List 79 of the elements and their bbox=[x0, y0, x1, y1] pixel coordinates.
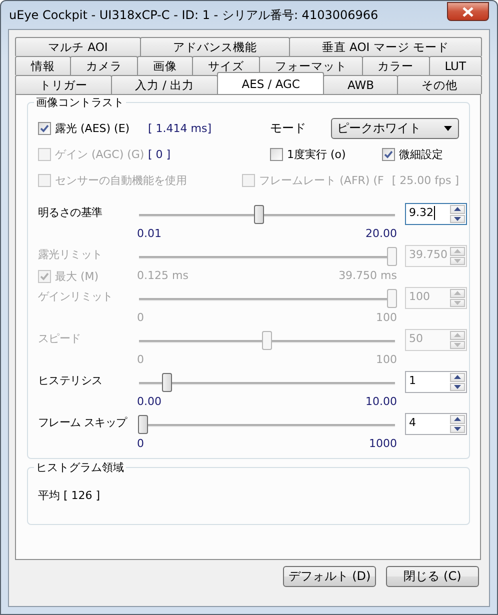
slider-label: 露光リミット bbox=[38, 247, 104, 263]
close-icon bbox=[462, 6, 474, 16]
tab[interactable]: その他 bbox=[397, 75, 482, 94]
tab[interactable]: 入力 / 出力 bbox=[110, 75, 218, 94]
checkbox[interactable] bbox=[38, 122, 51, 135]
checkbox-label: 露光 (AES) (E) bbox=[55, 121, 130, 136]
spin-down-button[interactable] bbox=[450, 424, 465, 433]
slider-label: ヒステリシス bbox=[38, 373, 104, 389]
checkbox-label: 最大 (M) bbox=[55, 269, 99, 284]
slider-min-label: 0 bbox=[137, 437, 144, 450]
dialog-button[interactable]: デフォルト (D) bbox=[283, 566, 376, 587]
window-title: uEye Cockpit - UI318xCP-C - ID: 1 - シリアル番号: 4103006966 bbox=[9, 6, 378, 24]
slider-label: 明るさの基準 bbox=[38, 205, 104, 221]
checkbox-label: 1度実行 (o) bbox=[287, 147, 346, 162]
down-arrow-icon bbox=[454, 258, 461, 263]
slider-label: スピード bbox=[38, 331, 82, 347]
up-arrow-icon bbox=[454, 417, 461, 422]
spin-box[interactable]: 9.32 bbox=[405, 203, 467, 225]
checkbox-label: フレームレート (AFR) (F bbox=[259, 173, 384, 188]
tab[interactable]: アドバンス機能 bbox=[140, 37, 290, 56]
slider-min-label: 0.01 bbox=[137, 227, 162, 240]
spin-up-button[interactable] bbox=[450, 415, 465, 424]
spin-box[interactable]: 4 bbox=[405, 413, 467, 435]
checkbox-label: センサーの自動機能を使用 bbox=[55, 173, 187, 188]
checkbox-label: ゲイン (AGC) (G) bbox=[55, 147, 144, 162]
tab[interactable]: カメラ bbox=[70, 56, 138, 75]
tab[interactable]: トリガー bbox=[15, 75, 112, 94]
up-arrow-icon bbox=[454, 291, 461, 296]
close-button[interactable] bbox=[447, 2, 489, 21]
tab[interactable]: LUT bbox=[428, 56, 482, 75]
gain-reading: [ 0 ] bbox=[148, 148, 172, 161]
down-arrow-icon bbox=[454, 300, 461, 305]
frame-rate-reading: [ 25.00 fps ] bbox=[392, 174, 459, 187]
checkbox[interactable] bbox=[382, 148, 395, 161]
slider-label: ゲインリミット bbox=[38, 289, 114, 305]
slider-max-label: 1000 bbox=[369, 437, 397, 450]
mode-label: モード bbox=[270, 120, 307, 137]
down-arrow-icon bbox=[454, 384, 461, 389]
slider-min-label: 0 bbox=[137, 353, 144, 366]
mode-dropdown[interactable]: ピークホワイト bbox=[331, 118, 459, 139]
down-arrow-icon bbox=[454, 426, 461, 431]
slider-min-label: 0 bbox=[137, 311, 144, 324]
spin-up-button[interactable] bbox=[450, 373, 465, 382]
tab[interactable]: 情報 bbox=[15, 56, 71, 75]
slider-max-label: 39.750 ms bbox=[338, 269, 397, 282]
tab[interactable]: 画像 bbox=[136, 56, 193, 75]
spin-down-button[interactable] bbox=[450, 214, 465, 223]
exposure-reading: [ 1.414 ms] bbox=[148, 122, 213, 135]
slider-thumb[interactable] bbox=[138, 415, 148, 434]
up-arrow-icon bbox=[454, 375, 461, 380]
group-title: ヒストグラム領域 bbox=[34, 460, 126, 475]
mean-reading: 平均 [ 126 ] bbox=[38, 489, 100, 502]
tab[interactable]: AWB bbox=[323, 75, 398, 94]
down-arrow-icon bbox=[454, 216, 461, 221]
up-arrow-icon bbox=[454, 207, 461, 212]
down-arrow-icon bbox=[454, 342, 461, 347]
tab[interactable]: カラー bbox=[362, 56, 430, 75]
group-title: 画像コントラスト bbox=[34, 95, 126, 110]
slider-max-label: 100 bbox=[376, 353, 397, 366]
up-arrow-icon bbox=[454, 249, 461, 254]
spin-box[interactable]: 1 bbox=[405, 371, 467, 393]
slider-min-label: 0.125 ms bbox=[137, 269, 188, 282]
slider-min-label: 0.00 bbox=[137, 395, 162, 408]
checkbox[interactable] bbox=[270, 148, 283, 161]
slider-max-label: 20.00 bbox=[366, 227, 397, 240]
tab[interactable]: マルチ AOI bbox=[15, 37, 141, 56]
slider-max-label: 100 bbox=[376, 311, 397, 324]
slider-label: フレーム スキップ bbox=[38, 415, 128, 431]
tab[interactable]: AES / AGC bbox=[217, 72, 324, 94]
slider-thumb[interactable] bbox=[162, 373, 172, 392]
slider-thumb[interactable] bbox=[254, 205, 264, 224]
dialog-button[interactable]: 閉じる (C) bbox=[386, 566, 479, 587]
dropdown-arrow-icon bbox=[444, 126, 452, 131]
tab[interactable]: 垂直 AOI マージ モード bbox=[288, 37, 482, 56]
checkbox-label: 微細設定 bbox=[399, 147, 443, 162]
up-arrow-icon bbox=[454, 333, 461, 338]
slider-max-label: 10.00 bbox=[366, 395, 397, 408]
spin-down-button[interactable] bbox=[450, 382, 465, 391]
spin-up-button[interactable] bbox=[450, 205, 465, 214]
